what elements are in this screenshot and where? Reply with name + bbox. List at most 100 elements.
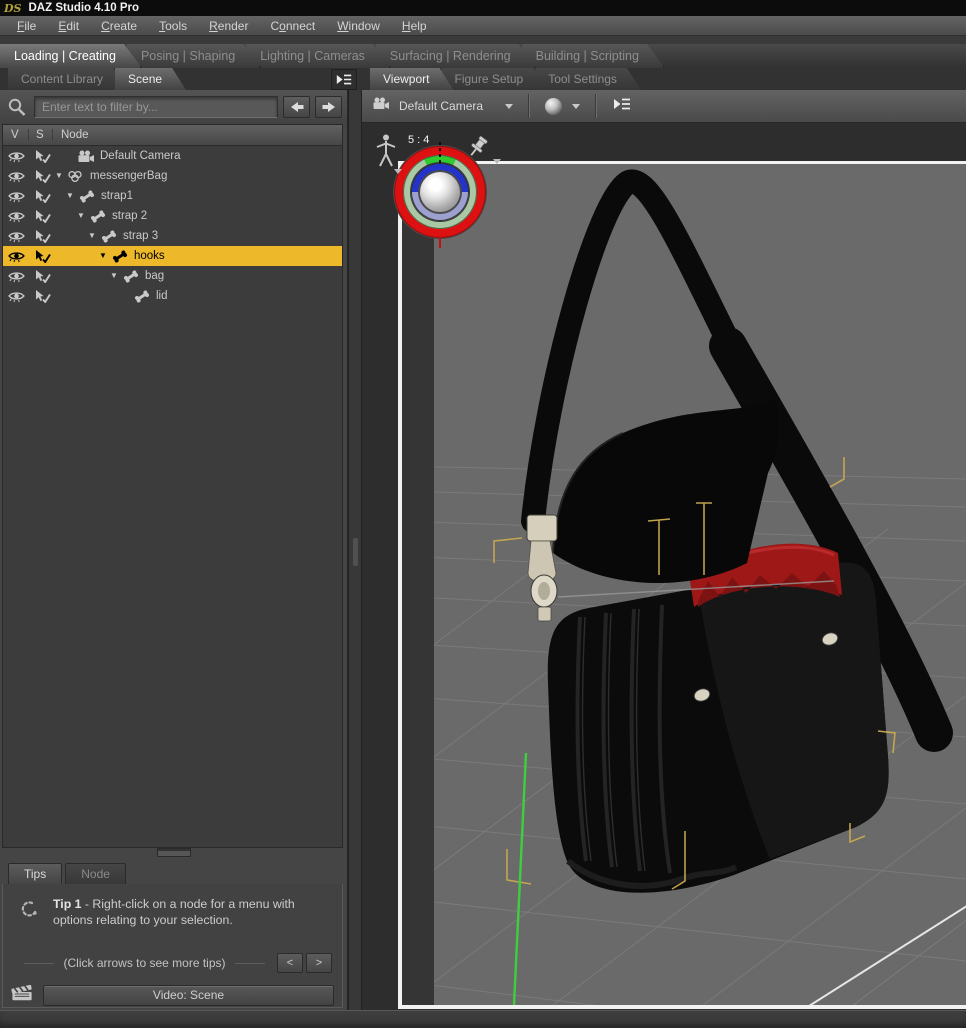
viewport-3d-canvas[interactable]: 5 : 4 (362, 123, 966, 1010)
visibility-eye-icon[interactable] (3, 170, 29, 183)
tree-row[interactable]: lid (3, 286, 342, 306)
video-scene-button[interactable]: Video: Scene (43, 984, 334, 1006)
video-row: Video: Scene (11, 984, 334, 1006)
left-pane-options-button[interactable] (331, 69, 357, 90)
column-node: Node (61, 129, 89, 141)
arrow-right-icon (322, 102, 335, 112)
scene-pane: V S Node Default Camera ▼ messengerBag (0, 90, 348, 1010)
tree-row[interactable]: ▼ strap 3 (3, 226, 342, 246)
next-tip-button[interactable]: > (306, 953, 333, 973)
selectable-pointer-icon[interactable] (29, 249, 55, 263)
chevron-down-icon[interactable] (493, 159, 501, 164)
tree-row[interactable]: ▼ messengerBag (3, 166, 342, 186)
tree-header: V S Node (3, 125, 342, 146)
left-pane-tabs: Content Library Scene (8, 68, 174, 90)
camera-icon (77, 150, 96, 163)
previous-selection-button[interactable] (283, 96, 310, 118)
menu-render[interactable]: Render (198, 19, 259, 33)
menu-create[interactable]: Create (90, 19, 148, 33)
node-label: Default Camera (100, 150, 181, 162)
tab-building-scripting[interactable]: Building | Scripting (522, 44, 665, 68)
expand-arrow-icon[interactable]: ▼ (55, 166, 67, 186)
chevron-down-icon[interactable] (505, 103, 514, 109)
camera-selector[interactable]: Default Camera (399, 99, 483, 113)
menu-tools[interactable]: Tools (148, 19, 198, 33)
pose-figure-icon[interactable] (374, 133, 398, 174)
tab-loading-creating[interactable]: Loading | Creating (0, 44, 142, 68)
toolbar-separator (595, 94, 598, 118)
bone-icon (89, 210, 108, 223)
pin-icon[interactable] (464, 135, 492, 166)
tree-row[interactable]: ▼ strap 2 (3, 206, 342, 226)
column-selectable: S (29, 129, 53, 141)
menu-edit[interactable]: Edit (47, 19, 90, 33)
tab-node[interactable]: Node (65, 863, 126, 884)
visibility-eye-icon[interactable] (3, 210, 29, 223)
menu-window[interactable]: Window (326, 19, 391, 33)
visibility-eye-icon[interactable] (3, 250, 29, 263)
scene-tree: V S Node Default Camera ▼ messengerBag ▼… (2, 124, 343, 848)
selectable-pointer-icon[interactable] (29, 169, 55, 183)
pane-divider[interactable] (348, 90, 362, 1010)
panel-splitter[interactable] (0, 848, 347, 857)
previous-tip-button[interactable]: < (277, 953, 304, 973)
tree-row[interactable]: ▼ strap1 (3, 186, 342, 206)
node-label: strap 2 (112, 210, 148, 222)
menu-help[interactable]: Help (391, 19, 438, 33)
selectable-pointer-icon[interactable] (29, 189, 55, 203)
tab-tips[interactable]: Tips (8, 863, 63, 884)
selectable-pointer-icon[interactable] (29, 209, 55, 223)
menu-file[interactable]: File (6, 19, 47, 33)
tab-surfacing-rendering[interactable]: Surfacing | Rendering (376, 44, 537, 68)
divider-grip[interactable] (353, 538, 358, 566)
app-logo-icon: DS (4, 1, 22, 15)
menu-connect[interactable]: Connect (259, 19, 326, 33)
tab-lighting-cameras[interactable]: Lighting | Cameras (246, 44, 391, 68)
drawstyle-sphere-icon[interactable] (545, 97, 563, 115)
selectable-pointer-icon[interactable] (29, 149, 55, 163)
filter-input[interactable] (34, 96, 278, 118)
chevron-down-icon[interactable] (572, 103, 581, 109)
expand-arrow-icon[interactable]: ▼ (88, 226, 100, 246)
tab-viewport[interactable]: Viewport (370, 68, 453, 90)
clapperboard-icon (11, 984, 34, 1007)
expand-arrow-icon[interactable]: ▼ (77, 206, 89, 226)
viewport-toolbar: Default Camera (362, 90, 966, 123)
gizmo-sphere[interactable] (420, 172, 460, 212)
tree-row-selected[interactable]: ▼ hooks (3, 246, 342, 266)
tips-body: Tip 1 - Right-click on a node for a menu… (2, 884, 343, 1008)
selectable-pointer-icon[interactable] (29, 289, 55, 303)
expand-arrow-icon[interactable]: ▼ (110, 266, 122, 286)
tab-figure-setup[interactable]: Figure Setup (441, 68, 547, 90)
splitter-grip[interactable] (156, 848, 191, 857)
tree-row[interactable]: ▼ bag (3, 266, 342, 286)
viewport-pane: Default Camera 5: 4 (362, 90, 966, 1010)
toolbar-gap (0, 37, 966, 44)
next-selection-button[interactable] (315, 96, 342, 118)
visibility-eye-icon[interactable] (3, 290, 29, 303)
tips-tab-bar: Tips Node (2, 862, 343, 885)
tree-row[interactable]: Default Camera (3, 146, 342, 166)
expand-arrow-icon[interactable]: ▼ (66, 186, 78, 206)
scene-3d (398, 161, 966, 1005)
selectable-pointer-icon[interactable] (29, 269, 55, 283)
chevron-down-icon[interactable] (394, 169, 402, 174)
tip-text: Tip 1 - Right-click on a node for a menu… (53, 897, 295, 928)
visibility-eye-icon[interactable] (3, 150, 29, 163)
group-icon (67, 170, 86, 183)
expand-arrow-icon[interactable]: ▼ (99, 246, 111, 266)
tab-tool-settings[interactable]: Tool Settings (535, 68, 641, 90)
visibility-eye-icon[interactable] (3, 190, 29, 203)
tips-hint-row: (Click arrows to see more tips) < > (15, 952, 333, 974)
viewport-options-button[interactable] (612, 97, 632, 116)
tab-content-library[interactable]: Content Library (8, 68, 127, 90)
bone-icon (78, 190, 97, 203)
visibility-eye-icon[interactable] (3, 270, 29, 283)
visibility-eye-icon[interactable] (3, 230, 29, 243)
right-pane-tabs: Viewport Figure Setup Tool Settings (370, 68, 629, 90)
tab-scene[interactable]: Scene (115, 68, 186, 90)
bone-icon (122, 270, 141, 283)
tab-posing-shaping[interactable]: Posing | Shaping (127, 44, 261, 68)
gizmo-bottom-tick (439, 236, 441, 248)
selectable-pointer-icon[interactable] (29, 229, 55, 243)
